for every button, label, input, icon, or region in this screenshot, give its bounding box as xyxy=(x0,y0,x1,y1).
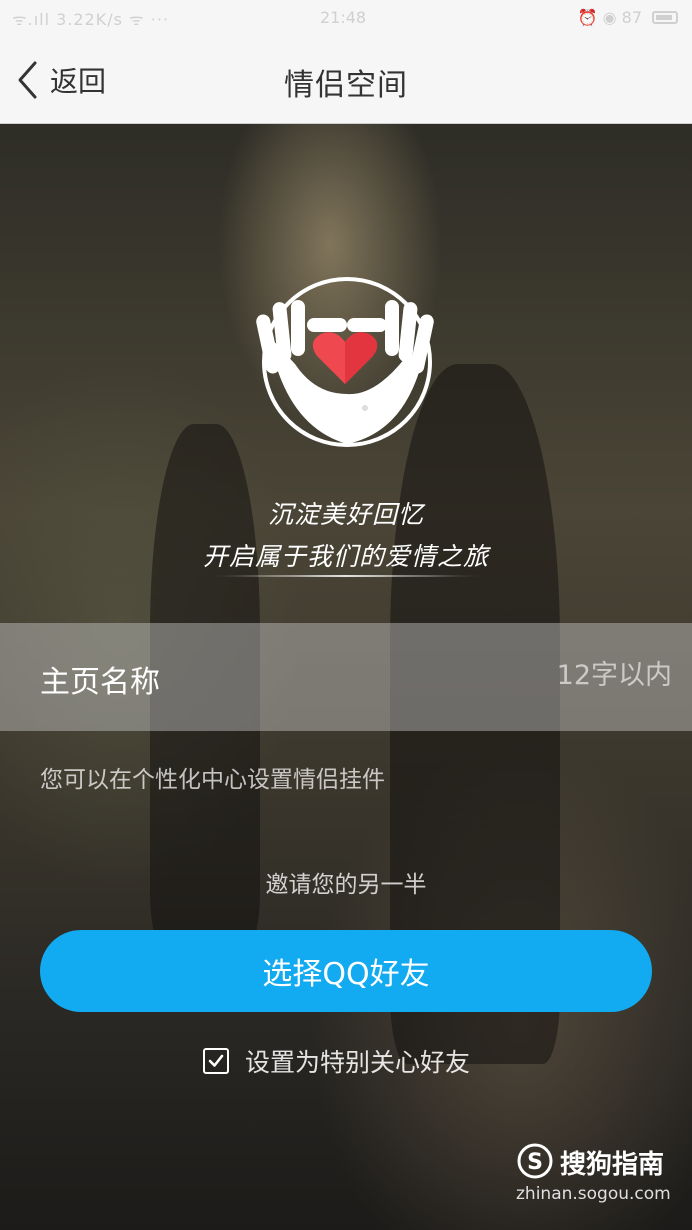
checkmark-icon xyxy=(208,1054,224,1067)
watermark-url: zhinan.sogou.com xyxy=(516,1184,671,1204)
clock: 21:48 xyxy=(320,8,367,27)
homepage-name-label: 主页名称 xyxy=(40,665,160,700)
title-bar: 返回 情侣空间 xyxy=(0,36,692,124)
slogan-line-2: 开启属于我们的爱情之旅 xyxy=(202,542,489,571)
couple-hands-heart-logo xyxy=(256,277,434,447)
status-bar: ᯤ.ıll 3.22K/s ᯤ ··· 21:48 ⏰ ◉ 87 xyxy=(0,0,692,36)
sogou-watermark: S 搜狗指南 zhinan.sogou.com xyxy=(510,1138,680,1208)
slogan-underline xyxy=(210,575,482,577)
special-care-checkbox-row[interactable]: 设置为特别关心好友 xyxy=(203,1043,470,1079)
invite-text: 邀请您的另一半 xyxy=(265,872,427,898)
homepage-name-input[interactable] xyxy=(370,651,674,699)
homepage-name-row: 主页名称 xyxy=(0,623,692,731)
status-icons: ⏰ ◉ 87 xyxy=(577,8,642,27)
signal-indicator: ᯤ.ıll 3.22K/s ᯤ ··· xyxy=(12,10,169,29)
svg-text:S: S xyxy=(527,1150,543,1175)
slogan-line-1: 沉淀美好回忆 xyxy=(267,500,424,529)
watermark-brand: 搜狗指南 xyxy=(560,1150,665,1180)
page-title: 情侣空间 xyxy=(284,68,408,103)
special-care-label: 设置为特别关心好友 xyxy=(245,1048,471,1077)
special-care-checkbox[interactable] xyxy=(203,1048,229,1074)
select-qq-friend-button[interactable]: 选择QQ好友 xyxy=(40,930,652,1012)
pendant-hint: 您可以在个性化中心设置情侣挂件 xyxy=(40,767,385,793)
sogou-logo-icon: S xyxy=(517,1143,553,1179)
battery-icon xyxy=(652,11,678,24)
